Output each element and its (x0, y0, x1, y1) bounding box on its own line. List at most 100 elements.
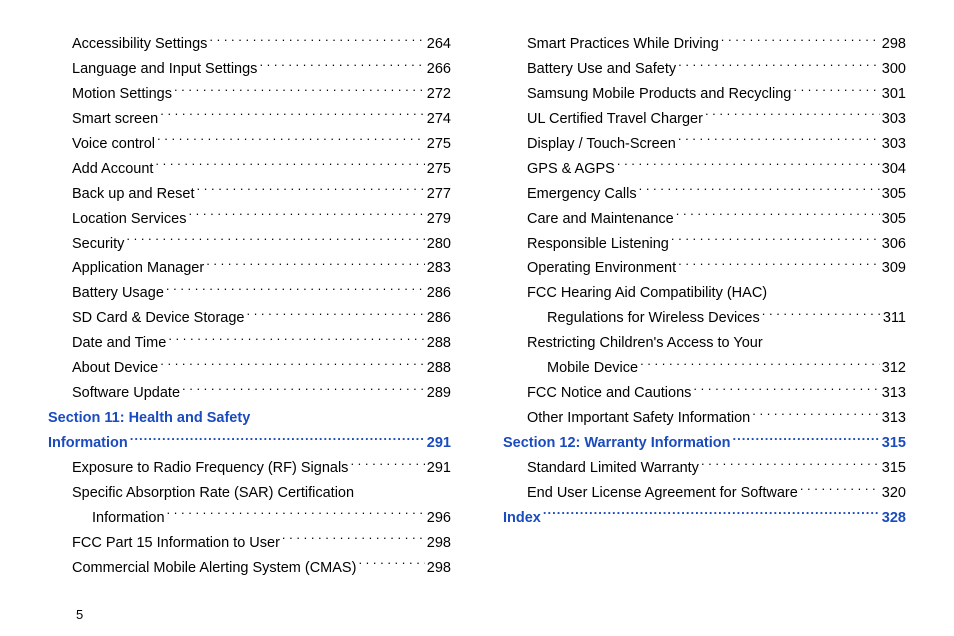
toc-leader-dots (800, 482, 880, 497)
toc-entry[interactable]: Battery Use and Safety 300 (503, 57, 906, 82)
toc-entry[interactable]: FCC Part 15 Information to User 298 (48, 531, 451, 556)
toc-leader-dots (166, 283, 425, 298)
toc-entry-continuation: Restricting Children's Access to Your (503, 331, 906, 356)
toc-leader-dots (259, 58, 424, 73)
right-column: Smart Practices While Driving298Battery … (503, 32, 906, 581)
toc-entry[interactable]: Operating Environment 309 (503, 256, 906, 281)
toc-entry[interactable]: Care and Maintenance 305 (503, 207, 906, 232)
toc-leader-dots (188, 208, 424, 223)
toc-entry-label: Smart screen (72, 107, 158, 132)
toc-entry[interactable]: Regulations for Wireless Devices 311 (503, 306, 906, 331)
toc-leader-dots (678, 58, 880, 73)
toc-leader-dots (246, 308, 424, 323)
toc-leader-dots (282, 532, 425, 547)
toc-entry[interactable]: Mobile Device 312 (503, 356, 906, 381)
toc-leader-dots (639, 183, 880, 198)
toc-entry[interactable]: Language and Input Settings266 (48, 57, 451, 82)
toc-entry[interactable]: Add Account 275 (48, 157, 451, 182)
toc-leader-dots (693, 383, 879, 398)
toc-entry-label: Care and Maintenance (527, 207, 674, 232)
toc-entry-page: 289 (427, 381, 451, 406)
toc-entry[interactable]: Application Manager283 (48, 256, 451, 281)
toc-entry[interactable]: Location Services 279 (48, 207, 451, 232)
toc-section-page: 291 (427, 431, 451, 456)
toc-entry-page: 266 (427, 57, 451, 82)
toc-entry-page: 286 (427, 281, 451, 306)
toc-leader-dots (676, 208, 880, 223)
toc-entry-label: End User License Agreement for Software (527, 481, 798, 506)
toc-leader-dots (678, 258, 880, 273)
toc-columns: Accessibility Settings264Language and In… (48, 32, 906, 581)
toc-leader-dots (350, 457, 424, 472)
toc-entry-label: FCC Notice and Cautions (527, 381, 691, 406)
toc-entry[interactable]: Other Important Safety Information 313 (503, 406, 906, 431)
toc-entry-page: 274 (427, 107, 451, 132)
toc-entry-page: 298 (427, 531, 451, 556)
toc-entry-page: 277 (427, 182, 451, 207)
toc-entry-label: Security (72, 232, 124, 257)
toc-leader-dots (671, 233, 880, 248)
toc-leader-dots (793, 83, 879, 98)
toc-entry[interactable]: Standard Limited Warranty 315 (503, 456, 906, 481)
toc-entry-page: 296 (427, 506, 451, 531)
toc-entry[interactable]: Battery Usage286 (48, 281, 451, 306)
toc-entry-label: Smart Practices While Driving (527, 32, 719, 57)
toc-entry-page: 286 (427, 306, 451, 331)
toc-entry-page: 304 (882, 157, 906, 182)
toc-section-heading[interactable]: Information291 (48, 431, 451, 456)
toc-entry[interactable]: Date and Time288 (48, 331, 451, 356)
toc-entry[interactable]: FCC Notice and Cautions313 (503, 381, 906, 406)
toc-entry-page: 315 (882, 456, 906, 481)
toc-entry[interactable]: Security280 (48, 232, 451, 257)
toc-entry-page: 303 (882, 107, 906, 132)
toc-entry-label: Application Manager (72, 256, 204, 281)
toc-entry-page: 309 (882, 256, 906, 281)
toc-entry-label: Emergency Calls (527, 182, 637, 207)
toc-entry[interactable]: Software Update289 (48, 381, 451, 406)
toc-entry-label: Commercial Mobile Alerting System (CMAS) (72, 556, 356, 581)
toc-entry-page: 272 (427, 82, 451, 107)
toc-section-heading[interactable]: Index 328 (503, 506, 906, 531)
toc-leader-dots (206, 258, 425, 273)
toc-entry-page: 298 (427, 556, 451, 581)
toc-entry[interactable]: Responsible Listening306 (503, 232, 906, 257)
toc-entry[interactable]: End User License Agreement for Software3… (503, 481, 906, 506)
toc-entry-label: Date and Time (72, 331, 166, 356)
toc-entry[interactable]: Display / Touch-Screen303 (503, 132, 906, 157)
toc-entry-page: 305 (882, 182, 906, 207)
toc-entry[interactable]: Commercial Mobile Alerting System (CMAS)… (48, 556, 451, 581)
toc-entry[interactable]: Motion Settings272 (48, 82, 451, 107)
toc-entry-label: Accessibility Settings (72, 32, 207, 57)
toc-entry[interactable]: Samsung Mobile Products and Recycling301 (503, 82, 906, 107)
toc-entry[interactable]: GPS & AGPS 304 (503, 157, 906, 182)
toc-entry-label: Operating Environment (527, 256, 676, 281)
toc-entry-label: Other Important Safety Information (527, 406, 750, 431)
toc-section-heading[interactable]: Section 11: Health and Safety (48, 406, 451, 431)
toc-section-heading[interactable]: Section 12: Warranty Information 315 (503, 431, 906, 456)
toc-leader-dots (752, 408, 880, 423)
toc-leader-dots (197, 183, 425, 198)
toc-entry[interactable]: UL Certified Travel Charger303 (503, 107, 906, 132)
toc-entry[interactable]: Exposure to Radio Frequency (RF) Signals… (48, 456, 451, 481)
toc-entry[interactable]: Information 296 (48, 506, 451, 531)
toc-leader-dots (157, 133, 425, 148)
toc-entry[interactable]: Voice control275 (48, 132, 451, 157)
toc-entry[interactable]: Accessibility Settings264 (48, 32, 451, 57)
toc-entry[interactable]: Smart screen 274 (48, 107, 451, 132)
toc-entry[interactable]: Back up and Reset 277 (48, 182, 451, 207)
toc-entry[interactable]: About Device288 (48, 356, 451, 381)
toc-leader-dots (209, 34, 424, 49)
toc-entry-page: 311 (883, 306, 906, 331)
toc-leader-dots (168, 333, 424, 348)
toc-entry-label: Exposure to Radio Frequency (RF) Signals (72, 456, 348, 481)
toc-entry-label: FCC Part 15 Information to User (72, 531, 280, 556)
toc-leader-dots (678, 133, 880, 148)
toc-entry-page: 305 (882, 207, 906, 232)
toc-entry[interactable]: SD Card & Device Storage286 (48, 306, 451, 331)
toc-leader-dots (174, 83, 425, 98)
toc-entry[interactable]: Smart Practices While Driving298 (503, 32, 906, 57)
toc-entry[interactable]: Emergency Calls 305 (503, 182, 906, 207)
toc-entry-label: Regulations for Wireless Devices (547, 306, 760, 331)
toc-leader-dots (721, 34, 880, 49)
toc-entry-page: 306 (882, 232, 906, 257)
